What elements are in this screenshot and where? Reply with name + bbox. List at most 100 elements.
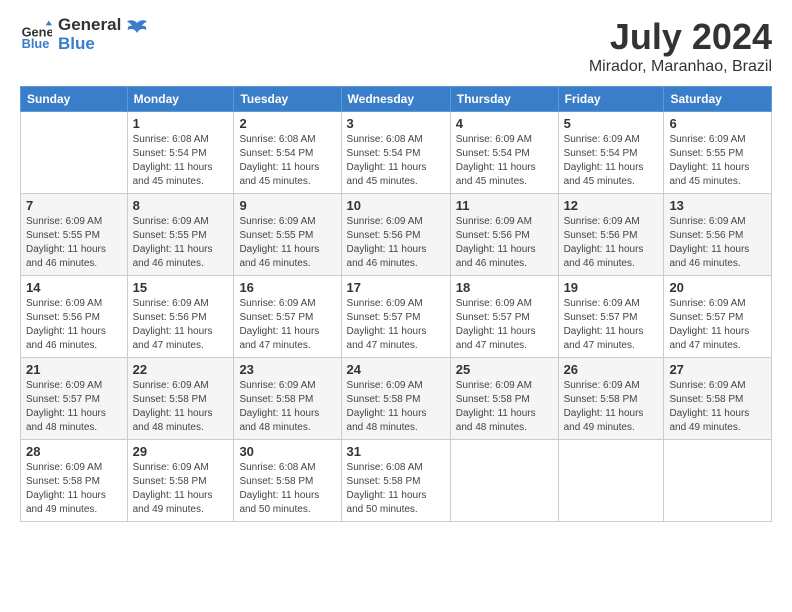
calendar-subtitle: Mirador, Maranhao, Brazil bbox=[589, 58, 772, 76]
day-info: Sunrise: 6:09 AM Sunset: 5:57 PM Dayligh… bbox=[564, 297, 659, 353]
calendar-cell: 17 Sunrise: 6:09 AM Sunset: 5:57 PM Dayli… bbox=[341, 276, 450, 358]
day-number: 2 bbox=[239, 116, 335, 131]
day-info: Sunrise: 6:09 AM Sunset: 5:54 PM Dayligh… bbox=[564, 133, 659, 189]
calendar-cell: 11 Sunrise: 6:09 AM Sunset: 5:56 PM Dayli… bbox=[450, 194, 558, 276]
day-number: 18 bbox=[456, 280, 553, 295]
week-row-0: 1 Sunrise: 6:08 AM Sunset: 5:54 PM Daylig… bbox=[21, 112, 772, 194]
calendar-cell: 12 Sunrise: 6:09 AM Sunset: 5:56 PM Dayli… bbox=[558, 194, 664, 276]
calendar-cell: 15 Sunrise: 6:09 AM Sunset: 5:56 PM Dayli… bbox=[127, 276, 234, 358]
title-area: July 2024 Mirador, Maranhao, Brazil bbox=[589, 16, 772, 76]
calendar-cell: 7Sunrise: 6:09 AM Sunset: 5:55 PM Daylig… bbox=[21, 194, 128, 276]
day-info: Sunrise: 6:09 AM Sunset: 5:55 PM Dayligh… bbox=[239, 215, 335, 271]
calendar-cell: 10Sunrise: 6:09 AM Sunset: 5:56 PM Dayli… bbox=[341, 194, 450, 276]
calendar-cell: 23Sunrise: 6:09 AM Sunset: 5:58 PM Dayli… bbox=[234, 358, 341, 440]
day-info: Sunrise: 6:09 AM Sunset: 5:56 PM Dayligh… bbox=[133, 297, 229, 353]
calendar-cell: 2 Sunrise: 6:08 AM Sunset: 5:54 PM Daylig… bbox=[234, 112, 341, 194]
calendar-cell: 1 Sunrise: 6:08 AM Sunset: 5:54 PM Daylig… bbox=[127, 112, 234, 194]
day-info: Sunrise: 6:09 AM Sunset: 5:56 PM Dayligh… bbox=[26, 297, 122, 353]
day-info: Sunrise: 6:09 AM Sunset: 5:56 PM Dayligh… bbox=[347, 215, 445, 271]
day-number: 4 bbox=[456, 116, 553, 131]
calendar-cell bbox=[21, 112, 128, 194]
calendar-cell: 9Sunrise: 6:09 AM Sunset: 5:55 PM Daylig… bbox=[234, 194, 341, 276]
calendar-cell: 29Sunrise: 6:09 AM Sunset: 5:58 PM Dayli… bbox=[127, 440, 234, 522]
day-info: Sunrise: 6:09 AM Sunset: 5:58 PM Dayligh… bbox=[669, 379, 766, 435]
calendar-cell: 19 Sunrise: 6:09 AM Sunset: 5:57 PM Dayli… bbox=[558, 276, 664, 358]
day-info: Sunrise: 6:09 AM Sunset: 5:56 PM Dayligh… bbox=[564, 215, 659, 271]
weekday-header-wednesday: Wednesday bbox=[341, 87, 450, 112]
day-info: Sunrise: 6:09 AM Sunset: 5:58 PM Dayligh… bbox=[564, 379, 659, 435]
day-info: Sunrise: 6:09 AM Sunset: 5:56 PM Dayligh… bbox=[669, 215, 766, 271]
day-number: 24 bbox=[347, 362, 445, 377]
calendar-cell: 28 Sunrise: 6:09 AM Sunset: 5:58 PM Dayli… bbox=[21, 440, 128, 522]
day-number: 19 bbox=[564, 280, 659, 295]
week-row-3: 21 Sunrise: 6:09 AM Sunset: 5:57 PM Dayli… bbox=[21, 358, 772, 440]
calendar-cell: 30 Sunrise: 6:08 AM Sunset: 5:58 PM Dayli… bbox=[234, 440, 341, 522]
day-info: Sunrise: 6:09 AM Sunset: 5:55 PM Dayligh… bbox=[669, 133, 766, 189]
day-number: 17 bbox=[347, 280, 445, 295]
day-info: Sunrise: 6:09 AM Sunset: 5:58 PM Dayligh… bbox=[456, 379, 553, 435]
day-number: 15 bbox=[133, 280, 229, 295]
day-info: Sunrise: 6:09 AM Sunset: 5:58 PM Dayligh… bbox=[133, 379, 229, 435]
day-number: 12 bbox=[564, 198, 659, 213]
day-number: 20 bbox=[669, 280, 766, 295]
day-number: 14 bbox=[26, 280, 122, 295]
logo-icon: General Blue bbox=[20, 19, 52, 51]
calendar-cell: 27Sunrise: 6:09 AM Sunset: 5:58 PM Dayli… bbox=[664, 358, 772, 440]
logo-blue: Blue bbox=[58, 35, 121, 54]
day-number: 16 bbox=[239, 280, 335, 295]
weekday-header-tuesday: Tuesday bbox=[234, 87, 341, 112]
calendar-cell: 26 Sunrise: 6:09 AM Sunset: 5:58 PM Dayli… bbox=[558, 358, 664, 440]
day-info: Sunrise: 6:09 AM Sunset: 5:57 PM Dayligh… bbox=[669, 297, 766, 353]
day-number: 13 bbox=[669, 198, 766, 213]
day-info: Sunrise: 6:09 AM Sunset: 5:57 PM Dayligh… bbox=[239, 297, 335, 353]
day-info: Sunrise: 6:09 AM Sunset: 5:58 PM Dayligh… bbox=[26, 461, 122, 517]
day-info: Sunrise: 6:09 AM Sunset: 5:55 PM Dayligh… bbox=[26, 215, 122, 271]
day-number: 28 bbox=[26, 444, 122, 459]
calendar-cell: 4 Sunrise: 6:09 AM Sunset: 5:54 PM Daylig… bbox=[450, 112, 558, 194]
day-number: 11 bbox=[456, 198, 553, 213]
calendar-cell: 31Sunrise: 6:08 AM Sunset: 5:58 PM Dayli… bbox=[341, 440, 450, 522]
calendar-cell: 5 Sunrise: 6:09 AM Sunset: 5:54 PM Daylig… bbox=[558, 112, 664, 194]
day-number: 25 bbox=[456, 362, 553, 377]
calendar-header-row: SundayMondayTuesdayWednesdayThursdayFrid… bbox=[21, 87, 772, 112]
weekday-header-saturday: Saturday bbox=[664, 87, 772, 112]
day-info: Sunrise: 6:08 AM Sunset: 5:58 PM Dayligh… bbox=[347, 461, 445, 517]
calendar-cell: 8 Sunrise: 6:09 AM Sunset: 5:55 PM Daylig… bbox=[127, 194, 234, 276]
weekday-header-sunday: Sunday bbox=[21, 87, 128, 112]
svg-text:Blue: Blue bbox=[22, 35, 50, 50]
calendar-cell: 25 Sunrise: 6:09 AM Sunset: 5:58 PM Dayli… bbox=[450, 358, 558, 440]
day-number: 21 bbox=[26, 362, 122, 377]
day-info: Sunrise: 6:09 AM Sunset: 5:55 PM Dayligh… bbox=[133, 215, 229, 271]
calendar-cell: 21 Sunrise: 6:09 AM Sunset: 5:57 PM Dayli… bbox=[21, 358, 128, 440]
calendar-title: July 2024 bbox=[589, 16, 772, 58]
calendar-table: SundayMondayTuesdayWednesdayThursdayFrid… bbox=[20, 86, 772, 522]
day-info: Sunrise: 6:09 AM Sunset: 5:58 PM Dayligh… bbox=[133, 461, 229, 517]
day-info: Sunrise: 6:09 AM Sunset: 5:56 PM Dayligh… bbox=[456, 215, 553, 271]
day-number: 8 bbox=[133, 198, 229, 213]
day-number: 26 bbox=[564, 362, 659, 377]
day-number: 22 bbox=[133, 362, 229, 377]
calendar-cell bbox=[450, 440, 558, 522]
day-number: 5 bbox=[564, 116, 659, 131]
day-info: Sunrise: 6:09 AM Sunset: 5:57 PM Dayligh… bbox=[26, 379, 122, 435]
calendar-cell: 22 Sunrise: 6:09 AM Sunset: 5:58 PM Dayli… bbox=[127, 358, 234, 440]
logo-bird-icon bbox=[127, 19, 147, 47]
calendar-body: 1 Sunrise: 6:08 AM Sunset: 5:54 PM Daylig… bbox=[21, 112, 772, 522]
day-number: 30 bbox=[239, 444, 335, 459]
calendar-cell: 20 Sunrise: 6:09 AM Sunset: 5:57 PM Dayli… bbox=[664, 276, 772, 358]
weekday-header-friday: Friday bbox=[558, 87, 664, 112]
calendar-cell bbox=[558, 440, 664, 522]
calendar-cell: 14 Sunrise: 6:09 AM Sunset: 5:56 PM Dayli… bbox=[21, 276, 128, 358]
day-info: Sunrise: 6:08 AM Sunset: 5:54 PM Dayligh… bbox=[239, 133, 335, 189]
calendar-cell: 13 Sunrise: 6:09 AM Sunset: 5:56 PM Dayli… bbox=[664, 194, 772, 276]
day-number: 23 bbox=[239, 362, 335, 377]
day-info: Sunrise: 6:08 AM Sunset: 5:54 PM Dayligh… bbox=[133, 133, 229, 189]
week-row-1: 7Sunrise: 6:09 AM Sunset: 5:55 PM Daylig… bbox=[21, 194, 772, 276]
day-info: Sunrise: 6:09 AM Sunset: 5:54 PM Dayligh… bbox=[456, 133, 553, 189]
day-info: Sunrise: 6:08 AM Sunset: 5:58 PM Dayligh… bbox=[239, 461, 335, 517]
day-number: 3 bbox=[347, 116, 445, 131]
day-number: 1 bbox=[133, 116, 229, 131]
calendar-cell: 3Sunrise: 6:08 AM Sunset: 5:54 PM Daylig… bbox=[341, 112, 450, 194]
day-info: Sunrise: 6:09 AM Sunset: 5:57 PM Dayligh… bbox=[347, 297, 445, 353]
logo-general: General bbox=[58, 16, 121, 35]
